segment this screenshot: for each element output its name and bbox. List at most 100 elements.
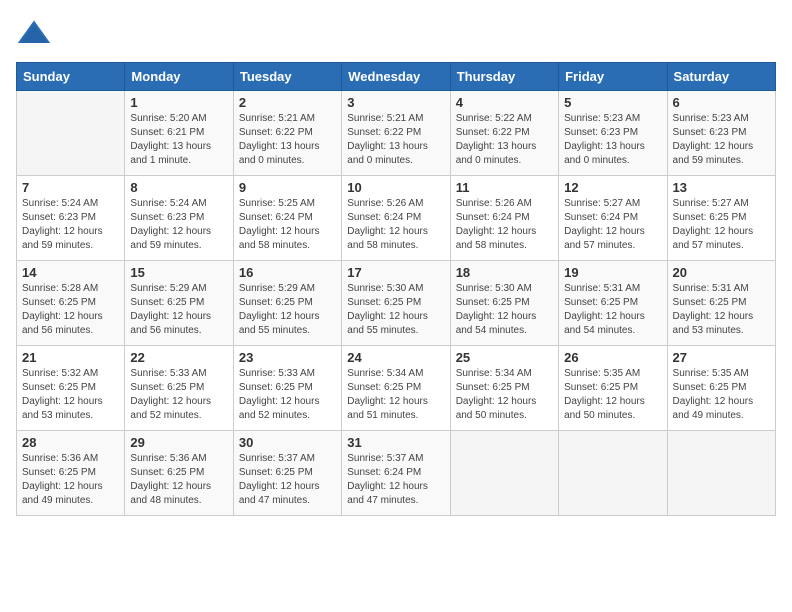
day-info: Sunrise: 5:25 AMSunset: 6:24 PMDaylight:… bbox=[239, 197, 336, 253]
day-info: Sunrise: 5:35 AMSunset: 6:25 PMDaylight:… bbox=[564, 367, 661, 423]
day-info: Sunrise: 5:26 AMSunset: 6:24 PMDaylight:… bbox=[347, 197, 444, 253]
day-cell: 31Sunrise: 5:37 AMSunset: 6:24 PMDayligh… bbox=[342, 431, 450, 516]
day-cell: 11 Sunrise: 5:26 AMSunset: 6:24 PMDayligh… bbox=[450, 176, 558, 261]
day-number: 27 bbox=[673, 350, 770, 365]
day-cell bbox=[450, 431, 558, 516]
day-cell: 17 Sunrise: 5:30 AMSunset: 6:25 PMDayligh… bbox=[342, 261, 450, 346]
day-number: 17 bbox=[347, 265, 444, 280]
day-number: 6 bbox=[673, 95, 770, 110]
day-info: Sunrise: 5:24 AMSunset: 6:23 PMDaylight:… bbox=[130, 197, 227, 253]
logo bbox=[16, 16, 56, 52]
day-number: 5 bbox=[564, 95, 661, 110]
week-row-3: 14 Sunrise: 5:28 AMSunset: 6:25 PMDayligh… bbox=[17, 261, 776, 346]
day-info: Sunrise: 5:23 AMSunset: 6:23 PMDaylight:… bbox=[673, 112, 770, 168]
day-info: Sunrise: 5:30 AMSunset: 6:25 PMDaylight:… bbox=[456, 282, 553, 338]
day-info: Sunrise: 5:35 AMSunset: 6:25 PMDaylight:… bbox=[673, 367, 770, 423]
day-cell: 8 Sunrise: 5:24 AMSunset: 6:23 PMDaylight… bbox=[125, 176, 233, 261]
day-cell: 26 Sunrise: 5:35 AMSunset: 6:25 PMDayligh… bbox=[559, 346, 667, 431]
day-info: Sunrise: 5:23 AMSunset: 6:23 PMDaylight:… bbox=[564, 112, 661, 168]
day-number: 8 bbox=[130, 180, 227, 195]
day-info: Sunrise: 5:37 AMSunset: 6:25 PMDaylight:… bbox=[239, 452, 336, 508]
day-info: Sunrise: 5:26 AMSunset: 6:24 PMDaylight:… bbox=[456, 197, 553, 253]
day-cell: 23 Sunrise: 5:33 AMSunset: 6:25 PMDayligh… bbox=[233, 346, 341, 431]
day-info: Sunrise: 5:36 AMSunset: 6:25 PMDaylight:… bbox=[22, 452, 119, 508]
header-wednesday: Wednesday bbox=[342, 63, 450, 91]
day-info: Sunrise: 5:22 AMSunset: 6:22 PMDaylight:… bbox=[456, 112, 553, 168]
day-number: 21 bbox=[22, 350, 119, 365]
day-number: 18 bbox=[456, 265, 553, 280]
day-cell: 24Sunrise: 5:34 AMSunset: 6:25 PMDayligh… bbox=[342, 346, 450, 431]
day-number: 24 bbox=[347, 350, 444, 365]
day-cell: 6 Sunrise: 5:23 AMSunset: 6:23 PMDaylight… bbox=[667, 91, 775, 176]
day-number: 22 bbox=[130, 350, 227, 365]
day-number: 12 bbox=[564, 180, 661, 195]
header-saturday: Saturday bbox=[667, 63, 775, 91]
week-row-1: 1 Sunrise: 5:20 AMSunset: 6:21 PMDaylight… bbox=[17, 91, 776, 176]
day-number: 10 bbox=[347, 180, 444, 195]
day-cell bbox=[667, 431, 775, 516]
day-info: Sunrise: 5:32 AMSunset: 6:25 PMDaylight:… bbox=[22, 367, 119, 423]
day-cell: 30 Sunrise: 5:37 AMSunset: 6:25 PMDayligh… bbox=[233, 431, 341, 516]
day-info: Sunrise: 5:28 AMSunset: 6:25 PMDaylight:… bbox=[22, 282, 119, 338]
day-info: Sunrise: 5:31 AMSunset: 6:25 PMDaylight:… bbox=[673, 282, 770, 338]
day-cell: 12Sunrise: 5:27 AMSunset: 6:24 PMDayligh… bbox=[559, 176, 667, 261]
day-info: Sunrise: 5:24 AMSunset: 6:23 PMDaylight:… bbox=[22, 197, 119, 253]
day-cell: 19 Sunrise: 5:31 AMSunset: 6:25 PMDayligh… bbox=[559, 261, 667, 346]
header-tuesday: Tuesday bbox=[233, 63, 341, 91]
day-cell: 13 Sunrise: 5:27 AMSunset: 6:25 PMDayligh… bbox=[667, 176, 775, 261]
day-number: 31 bbox=[347, 435, 444, 450]
day-number: 9 bbox=[239, 180, 336, 195]
day-cell: 22Sunrise: 5:33 AMSunset: 6:25 PMDayligh… bbox=[125, 346, 233, 431]
day-cell: 4 Sunrise: 5:22 AMSunset: 6:22 PMDaylight… bbox=[450, 91, 558, 176]
day-number: 25 bbox=[456, 350, 553, 365]
day-info: Sunrise: 5:30 AMSunset: 6:25 PMDaylight:… bbox=[347, 282, 444, 338]
day-number: 1 bbox=[130, 95, 227, 110]
day-cell: 15 Sunrise: 5:29 AMSunset: 6:25 PMDayligh… bbox=[125, 261, 233, 346]
day-number: 29 bbox=[130, 435, 227, 450]
day-number: 3 bbox=[347, 95, 444, 110]
day-info: Sunrise: 5:27 AMSunset: 6:25 PMDaylight:… bbox=[673, 197, 770, 253]
day-info: Sunrise: 5:29 AMSunset: 6:25 PMDaylight:… bbox=[239, 282, 336, 338]
day-cell: 10 Sunrise: 5:26 AMSunset: 6:24 PMDayligh… bbox=[342, 176, 450, 261]
day-number: 28 bbox=[22, 435, 119, 450]
day-info: Sunrise: 5:21 AMSunset: 6:22 PMDaylight:… bbox=[239, 112, 336, 168]
header-monday: Monday bbox=[125, 63, 233, 91]
day-number: 14 bbox=[22, 265, 119, 280]
day-number: 23 bbox=[239, 350, 336, 365]
day-info: Sunrise: 5:21 AMSunset: 6:22 PMDaylight:… bbox=[347, 112, 444, 168]
day-number: 16 bbox=[239, 265, 336, 280]
day-number: 26 bbox=[564, 350, 661, 365]
header-friday: Friday bbox=[559, 63, 667, 91]
day-number: 15 bbox=[130, 265, 227, 280]
day-info: Sunrise: 5:20 AMSunset: 6:21 PMDaylight:… bbox=[130, 112, 227, 168]
day-number: 4 bbox=[456, 95, 553, 110]
logo-icon bbox=[16, 16, 52, 52]
day-cell: 2 Sunrise: 5:21 AMSunset: 6:22 PMDaylight… bbox=[233, 91, 341, 176]
day-info: Sunrise: 5:29 AMSunset: 6:25 PMDaylight:… bbox=[130, 282, 227, 338]
day-cell: 9 Sunrise: 5:25 AMSunset: 6:24 PMDaylight… bbox=[233, 176, 341, 261]
day-cell: 3 Sunrise: 5:21 AMSunset: 6:22 PMDaylight… bbox=[342, 91, 450, 176]
day-cell: 21 Sunrise: 5:32 AMSunset: 6:25 PMDayligh… bbox=[17, 346, 125, 431]
day-info: Sunrise: 5:36 AMSunset: 6:25 PMDaylight:… bbox=[130, 452, 227, 508]
day-cell: 7Sunrise: 5:24 AMSunset: 6:23 PMDaylight… bbox=[17, 176, 125, 261]
day-cell bbox=[559, 431, 667, 516]
day-info: Sunrise: 5:34 AMSunset: 6:25 PMDaylight:… bbox=[456, 367, 553, 423]
day-number: 20 bbox=[673, 265, 770, 280]
day-number: 11 bbox=[456, 180, 553, 195]
day-info: Sunrise: 5:33 AMSunset: 6:25 PMDaylight:… bbox=[239, 367, 336, 423]
day-info: Sunrise: 5:31 AMSunset: 6:25 PMDaylight:… bbox=[564, 282, 661, 338]
day-cell: 25 Sunrise: 5:34 AMSunset: 6:25 PMDayligh… bbox=[450, 346, 558, 431]
page-header bbox=[16, 16, 776, 52]
day-cell bbox=[17, 91, 125, 176]
day-cell: 28 Sunrise: 5:36 AMSunset: 6:25 PMDayligh… bbox=[17, 431, 125, 516]
day-cell: 20 Sunrise: 5:31 AMSunset: 6:25 PMDayligh… bbox=[667, 261, 775, 346]
day-cell: 5 Sunrise: 5:23 AMSunset: 6:23 PMDaylight… bbox=[559, 91, 667, 176]
day-number: 2 bbox=[239, 95, 336, 110]
week-row-5: 28 Sunrise: 5:36 AMSunset: 6:25 PMDayligh… bbox=[17, 431, 776, 516]
day-number: 19 bbox=[564, 265, 661, 280]
day-number: 13 bbox=[673, 180, 770, 195]
header-sunday: Sunday bbox=[17, 63, 125, 91]
day-number: 30 bbox=[239, 435, 336, 450]
day-cell: 27 Sunrise: 5:35 AMSunset: 6:25 PMDayligh… bbox=[667, 346, 775, 431]
day-cell: 14 Sunrise: 5:28 AMSunset: 6:25 PMDayligh… bbox=[17, 261, 125, 346]
